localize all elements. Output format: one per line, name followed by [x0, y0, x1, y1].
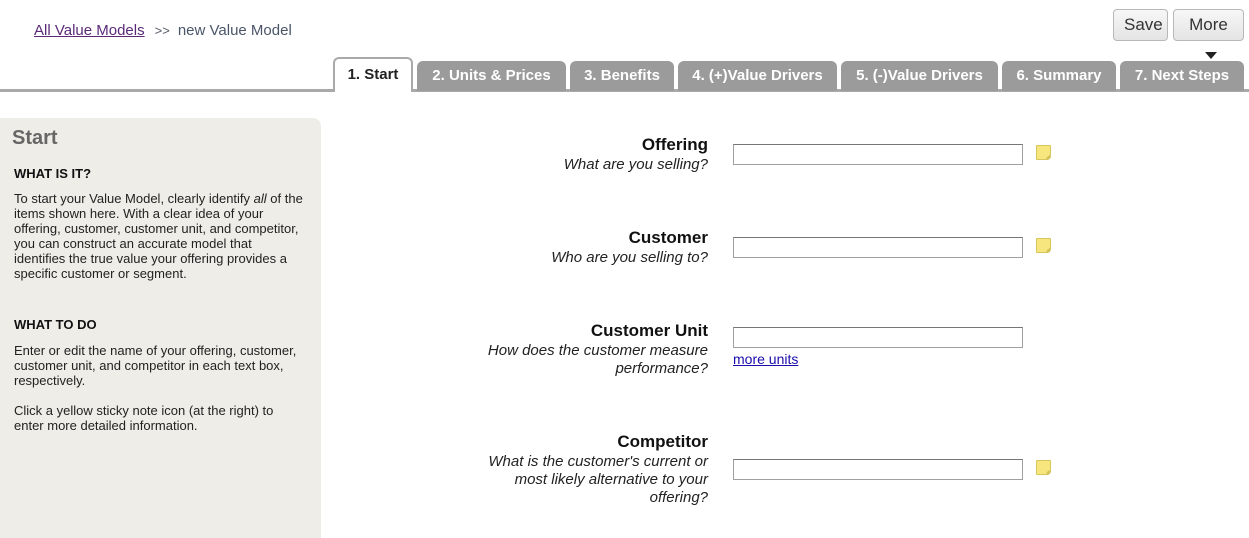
customer-hint: Who are you selling to?: [551, 249, 708, 266]
what-to-do-text: Enter or edit the name of your offering,…: [14, 343, 297, 388]
customer-unit-label: Customer Unit: [590, 321, 708, 340]
competitor-sticky-note-icon[interactable]: [1036, 460, 1051, 475]
breadcrumb-current: new Value Model: [177, 22, 292, 39]
what-is-it-text: To start your Value Model, clearly ident…: [14, 191, 303, 281]
tab-positive-value-drivers[interactable]: 4. (+)Value Drivers: [678, 61, 837, 91]
help-panel: Start WHAT IS IT? To start your Value Mo…: [0, 118, 321, 538]
breadcrumb-link-all-value-models[interactable]: All Value Models: [34, 22, 145, 39]
customer-unit-input[interactable]: [733, 327, 1023, 348]
offering-input[interactable]: [733, 144, 1023, 165]
customer-sticky-note-icon[interactable]: [1036, 238, 1051, 253]
sticky-note-instructions: Click a yellow sticky note icon (at the …: [14, 403, 274, 433]
what-to-do-heading: WHAT TO DO: [14, 317, 97, 332]
tab-benefits[interactable]: 3. Benefits: [570, 61, 674, 91]
customer-label: Customer: [628, 228, 708, 247]
panel-title: Start: [12, 127, 58, 149]
breadcrumb: All Value Models >> new Value Model: [34, 22, 292, 39]
what-is-it-heading: WHAT IS IT?: [14, 166, 92, 181]
save-button[interactable]: Save: [1113, 9, 1168, 41]
customer-input[interactable]: [733, 237, 1023, 258]
more-button-label: More: [1189, 15, 1228, 34]
offering-label: Offering: [641, 135, 708, 154]
competitor-label: Competitor: [617, 432, 708, 451]
tab-next-steps[interactable]: 7. Next Steps: [1120, 61, 1244, 91]
competitor-hint: What is the customer's current or most li…: [488, 453, 708, 506]
customer-unit-hint: How does the customer measure performance…: [487, 342, 708, 377]
more-units-link[interactable]: more units: [733, 351, 798, 367]
tab-negative-value-drivers[interactable]: 5. (-)Value Drivers: [841, 61, 998, 91]
offering-hint: What are you selling?: [563, 156, 708, 173]
tab-units-prices[interactable]: 2. Units & Prices: [417, 61, 566, 91]
more-button[interactable]: More: [1173, 9, 1244, 60]
breadcrumb-separator: >>: [154, 23, 170, 38]
tab-start[interactable]: 1. Start: [333, 57, 413, 92]
tab-summary[interactable]: 6. Summary: [1002, 61, 1116, 91]
caret-down-icon: [1204, 52, 1217, 60]
competitor-input[interactable]: [733, 459, 1023, 480]
offering-sticky-note-icon[interactable]: [1036, 145, 1051, 160]
